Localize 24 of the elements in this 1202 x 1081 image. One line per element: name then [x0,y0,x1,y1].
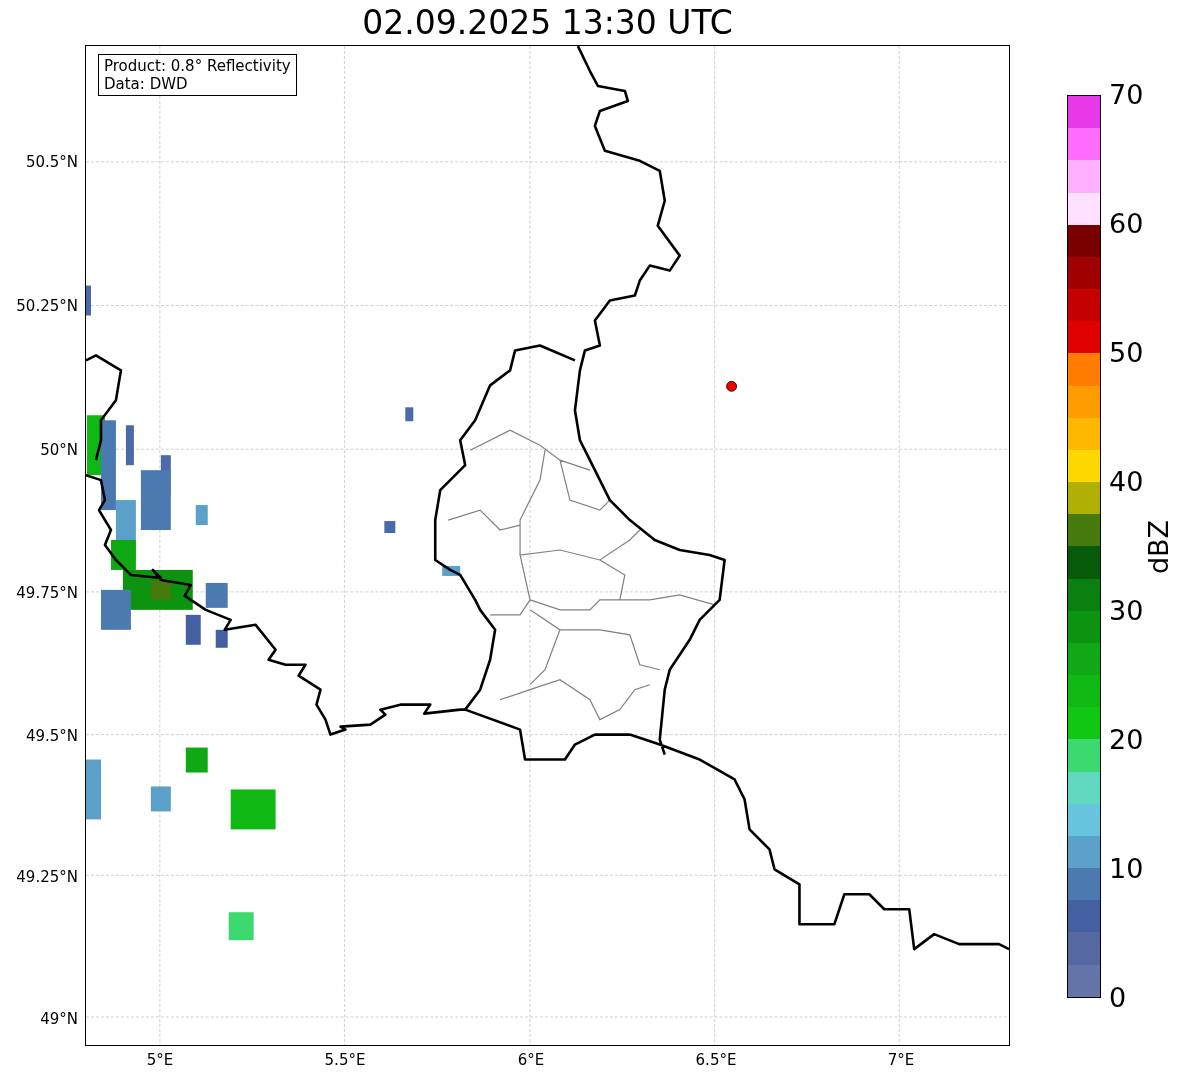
info-text: Data: DWD [104,75,189,93]
latitude-label: 49°N [40,1010,78,1028]
latitude-label: 50.25°N [16,297,78,315]
latitude-label: 50°N [40,441,78,459]
chart-title: 02.09.2025 13:30 UTC [362,2,733,44]
colorbar-tick-label: 70 [1109,80,1144,110]
longitude-label: 5°E [146,1051,174,1069]
longitude-label: 7°E [887,1051,915,1069]
colorbar-tick-label: 0 [1109,983,1127,1013]
colorbar-label: dBZ [1144,519,1174,574]
latitude-label: 50.5°N [25,153,78,171]
colorbar-tick-label: 30 [1109,596,1144,626]
latitude-label: 49.5°N [25,727,78,745]
longitude-label: 6.5°E [695,1051,737,1069]
colorbar-tick-label: 50 [1109,338,1144,368]
longitude-label: 5.5°E [324,1051,366,1069]
colorbar-tick-label: 20 [1109,725,1144,755]
colorbar-tick-label: 10 [1109,854,1144,884]
longitude-label: 6°E [517,1051,545,1069]
colorbar-tick-label: 60 [1109,209,1144,239]
latitude-label: 49.25°N [16,868,78,886]
colorbar-tick-label: 40 [1109,467,1144,497]
info-text: Product: 0.8° Reflectivity [104,57,291,75]
latitude-label: 49.75°N [16,584,78,602]
